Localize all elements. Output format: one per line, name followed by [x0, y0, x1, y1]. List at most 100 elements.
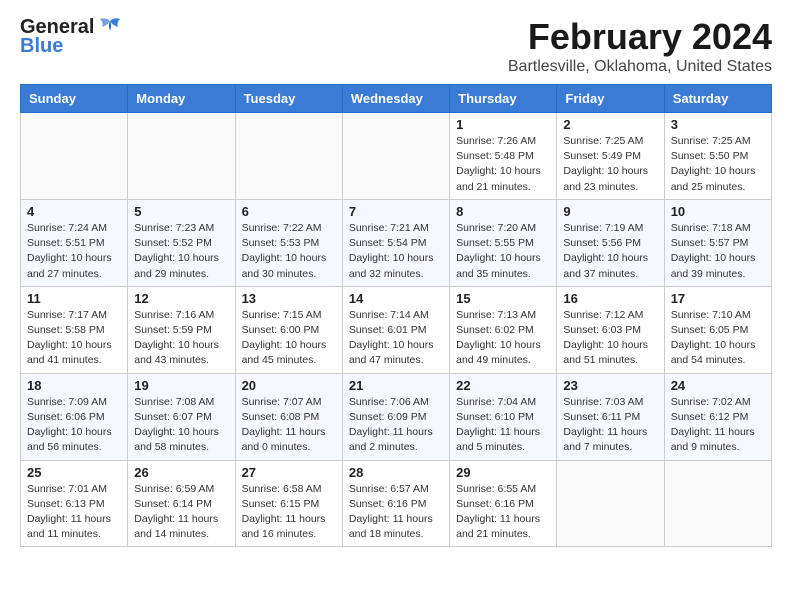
day-info: Sunrise: 7:12 AM Sunset: 6:03 PM Dayligh…	[563, 308, 657, 369]
calendar-week-1: 1Sunrise: 7:26 AM Sunset: 5:48 PM Daylig…	[21, 113, 772, 200]
calendar-week-3: 11 Sunrise: 7:17 AM Sunset: 5:58 PM Dayli…	[21, 286, 772, 373]
month-title: February 2024	[508, 16, 772, 58]
calendar-cell: 1Sunrise: 7:26 AM Sunset: 5:48 PM Daylig…	[450, 113, 557, 200]
day-info: Sunrise: 7:15 AM Sunset: 6:00 PM Dayligh…	[242, 308, 336, 369]
day-info: Sunrise: 7:25 AM Sunset: 5:49 PM Dayligh…	[563, 134, 657, 195]
calendar-cell: 28Sunrise: 6:57 AM Sunset: 6:16 PM Dayli…	[342, 460, 449, 547]
day-number: 27	[242, 465, 336, 480]
day-info: Sunrise: 6:55 AM Sunset: 6:16 PM Dayligh…	[456, 482, 550, 543]
day-info: Sunrise: 7:10 AM Sunset: 6:05 PM Dayligh…	[671, 308, 765, 369]
calendar-cell	[21, 113, 128, 200]
day-info: Sunrise: 7:07 AM Sunset: 6:08 PM Dayligh…	[242, 395, 336, 456]
calendar-cell: 15Sunrise: 7:13 AM Sunset: 6:02 PM Dayli…	[450, 286, 557, 373]
day-number: 11	[27, 291, 121, 306]
calendar-cell: 17 Sunrise: 7:10 AM Sunset: 6:05 PM Dayli…	[664, 286, 771, 373]
day-number: 24	[671, 378, 765, 393]
day-number: 25	[27, 465, 121, 480]
day-number: 3	[671, 117, 765, 132]
day-number: 14	[349, 291, 443, 306]
day-info: Sunrise: 7:23 AM Sunset: 5:52 PM Dayligh…	[134, 221, 228, 282]
calendar-cell: 9 Sunrise: 7:19 AM Sunset: 5:56 PM Daylig…	[557, 199, 664, 286]
day-info: Sunrise: 7:04 AM Sunset: 6:10 PM Dayligh…	[456, 395, 550, 456]
day-info: Sunrise: 7:19 AM Sunset: 5:56 PM Dayligh…	[563, 221, 657, 282]
day-number: 22	[456, 378, 550, 393]
calendar-cell	[557, 460, 664, 547]
weekday-header-wednesday: Wednesday	[342, 85, 449, 113]
calendar-cell	[235, 113, 342, 200]
calendar-cell: 8Sunrise: 7:20 AM Sunset: 5:55 PM Daylig…	[450, 199, 557, 286]
day-number: 26	[134, 465, 228, 480]
day-number: 23	[563, 378, 657, 393]
day-info: Sunrise: 7:01 AM Sunset: 6:13 PM Dayligh…	[27, 482, 121, 543]
day-number: 13	[242, 291, 336, 306]
day-info: Sunrise: 7:16 AM Sunset: 5:59 PM Dayligh…	[134, 308, 228, 369]
calendar-cell: 10 Sunrise: 7:18 AM Sunset: 5:57 PM Dayli…	[664, 199, 771, 286]
logo: General Blue	[20, 16, 124, 58]
weekday-header-tuesday: Tuesday	[235, 85, 342, 113]
calendar-cell: 13 Sunrise: 7:15 AM Sunset: 6:00 PM Dayli…	[235, 286, 342, 373]
day-info: Sunrise: 7:20 AM Sunset: 5:55 PM Dayligh…	[456, 221, 550, 282]
calendar-cell: 12 Sunrise: 7:16 AM Sunset: 5:59 PM Dayli…	[128, 286, 235, 373]
calendar-cell	[128, 113, 235, 200]
day-number: 17	[671, 291, 765, 306]
calendar-cell: 18 Sunrise: 7:09 AM Sunset: 6:06 PM Dayli…	[21, 373, 128, 460]
calendar-cell: 7 Sunrise: 7:21 AM Sunset: 5:54 PM Daylig…	[342, 199, 449, 286]
calendar-header-row: SundayMondayTuesdayWednesdayThursdayFrid…	[21, 85, 772, 113]
day-number: 12	[134, 291, 228, 306]
logo-bird-icon	[96, 17, 124, 39]
day-number: 2	[563, 117, 657, 132]
weekday-header-friday: Friday	[557, 85, 664, 113]
day-info: Sunrise: 6:59 AM Sunset: 6:14 PM Dayligh…	[134, 482, 228, 543]
day-number: 19	[134, 378, 228, 393]
calendar-cell: 3 Sunrise: 7:25 AM Sunset: 5:50 PM Daylig…	[664, 113, 771, 200]
calendar-cell	[664, 460, 771, 547]
day-number: 28	[349, 465, 443, 480]
day-info: Sunrise: 7:24 AM Sunset: 5:51 PM Dayligh…	[27, 221, 121, 282]
day-info: Sunrise: 7:06 AM Sunset: 6:09 PM Dayligh…	[349, 395, 443, 456]
calendar-cell: 21 Sunrise: 7:06 AM Sunset: 6:09 PM Dayli…	[342, 373, 449, 460]
weekday-header-saturday: Saturday	[664, 85, 771, 113]
calendar-week-5: 25 Sunrise: 7:01 AM Sunset: 6:13 PM Dayli…	[21, 460, 772, 547]
day-number: 4	[27, 204, 121, 219]
weekday-header-thursday: Thursday	[450, 85, 557, 113]
calendar-cell: 19 Sunrise: 7:08 AM Sunset: 6:07 PM Dayli…	[128, 373, 235, 460]
calendar-week-2: 4 Sunrise: 7:24 AM Sunset: 5:51 PM Daylig…	[21, 199, 772, 286]
calendar-cell	[342, 113, 449, 200]
title-area: February 2024 Bartlesville, Oklahoma, Un…	[508, 16, 772, 76]
page-header: General Blue February 2024 Bartlesville,…	[20, 16, 772, 76]
location-title: Bartlesville, Oklahoma, United States	[508, 58, 772, 76]
day-number: 5	[134, 204, 228, 219]
calendar-cell: 4 Sunrise: 7:24 AM Sunset: 5:51 PM Daylig…	[21, 199, 128, 286]
day-info: Sunrise: 7:08 AM Sunset: 6:07 PM Dayligh…	[134, 395, 228, 456]
day-number: 16	[563, 291, 657, 306]
day-info: Sunrise: 7:02 AM Sunset: 6:12 PM Dayligh…	[671, 395, 765, 456]
day-info: Sunrise: 7:22 AM Sunset: 5:53 PM Dayligh…	[242, 221, 336, 282]
calendar-cell: 25 Sunrise: 7:01 AM Sunset: 6:13 PM Dayli…	[21, 460, 128, 547]
weekday-header-monday: Monday	[128, 85, 235, 113]
calendar-cell: 6 Sunrise: 7:22 AM Sunset: 5:53 PM Daylig…	[235, 199, 342, 286]
day-info: Sunrise: 7:17 AM Sunset: 5:58 PM Dayligh…	[27, 308, 121, 369]
calendar-cell: 20 Sunrise: 7:07 AM Sunset: 6:08 PM Dayli…	[235, 373, 342, 460]
day-number: 9	[563, 204, 657, 219]
day-number: 6	[242, 204, 336, 219]
day-number: 7	[349, 204, 443, 219]
calendar-cell: 5 Sunrise: 7:23 AM Sunset: 5:52 PM Daylig…	[128, 199, 235, 286]
day-info: Sunrise: 7:09 AM Sunset: 6:06 PM Dayligh…	[27, 395, 121, 456]
day-info: Sunrise: 7:21 AM Sunset: 5:54 PM Dayligh…	[349, 221, 443, 282]
calendar-cell: 11 Sunrise: 7:17 AM Sunset: 5:58 PM Dayli…	[21, 286, 128, 373]
day-number: 18	[27, 378, 121, 393]
day-number: 21	[349, 378, 443, 393]
day-info: Sunrise: 7:13 AM Sunset: 6:02 PM Dayligh…	[456, 308, 550, 369]
day-number: 10	[671, 204, 765, 219]
day-number: 20	[242, 378, 336, 393]
calendar-cell: 26 Sunrise: 6:59 AM Sunset: 6:14 PM Dayli…	[128, 460, 235, 547]
calendar-cell: 27 Sunrise: 6:58 AM Sunset: 6:15 PM Dayli…	[235, 460, 342, 547]
day-number: 29	[456, 465, 550, 480]
day-info: Sunrise: 7:25 AM Sunset: 5:50 PM Dayligh…	[671, 134, 765, 195]
day-info: Sunrise: 6:58 AM Sunset: 6:15 PM Dayligh…	[242, 482, 336, 543]
calendar-cell: 24 Sunrise: 7:02 AM Sunset: 6:12 PM Dayli…	[664, 373, 771, 460]
day-info: Sunrise: 7:14 AM Sunset: 6:01 PM Dayligh…	[349, 308, 443, 369]
day-info: Sunrise: 7:26 AM Sunset: 5:48 PM Dayligh…	[456, 134, 550, 195]
day-info: Sunrise: 7:18 AM Sunset: 5:57 PM Dayligh…	[671, 221, 765, 282]
weekday-header-sunday: Sunday	[21, 85, 128, 113]
